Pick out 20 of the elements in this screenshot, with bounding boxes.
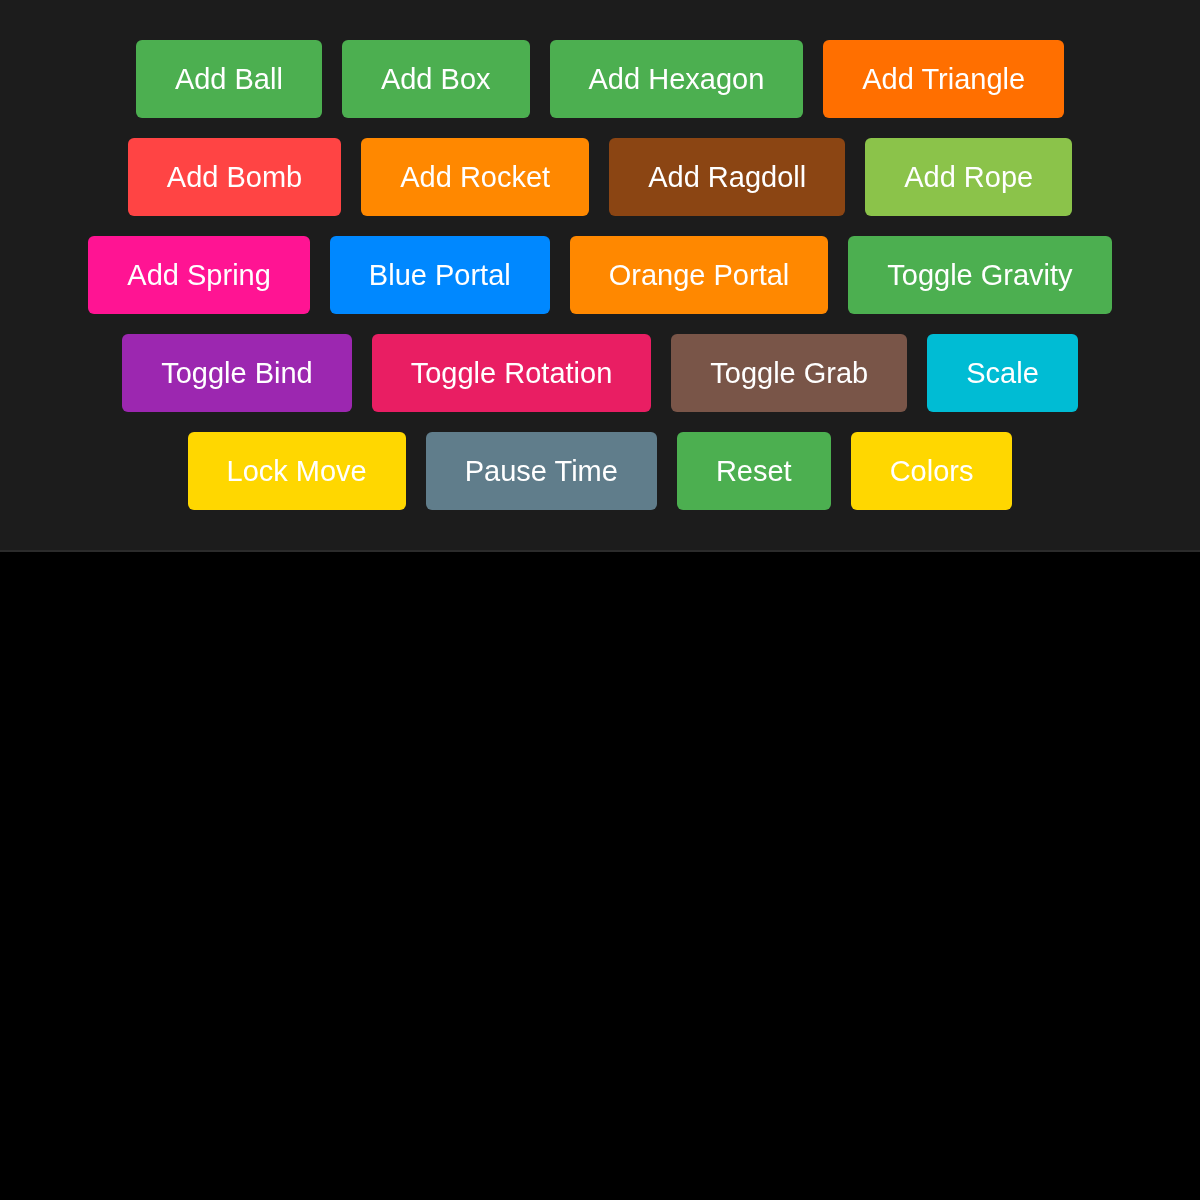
action-button[interactable]: Add Bomb	[127, 138, 342, 216]
action-button[interactable]: Add Rope	[865, 138, 1073, 216]
action-button[interactable]: Toggle Gravity	[848, 236, 1112, 314]
action-button[interactable]: Toggle Rotation	[371, 334, 652, 412]
action-button[interactable]: Scale	[927, 334, 1078, 412]
action-button[interactable]: Add Ball	[135, 40, 322, 118]
action-button[interactable]: Lock Move	[187, 432, 406, 510]
action-button[interactable]: Colors	[850, 432, 1013, 510]
action-button[interactable]: Orange Portal	[569, 236, 829, 314]
action-button[interactable]: Add Box	[341, 40, 530, 118]
action-button[interactable]: Add Triangle	[823, 40, 1065, 118]
action-button[interactable]: Pause Time	[425, 432, 657, 510]
action-button[interactable]: Toggle Grab	[671, 334, 908, 412]
action-button[interactable]: Add Spring	[88, 236, 310, 314]
action-button[interactable]: Add Rocket	[361, 138, 590, 216]
action-button[interactable]: Toggle Bind	[122, 334, 352, 412]
action-button[interactable]: Add Hexagon	[549, 40, 804, 118]
action-button[interactable]: Add Ragdoll	[609, 138, 846, 216]
action-button[interactable]: Reset	[676, 432, 831, 510]
action-button[interactable]: Blue Portal	[329, 236, 550, 314]
